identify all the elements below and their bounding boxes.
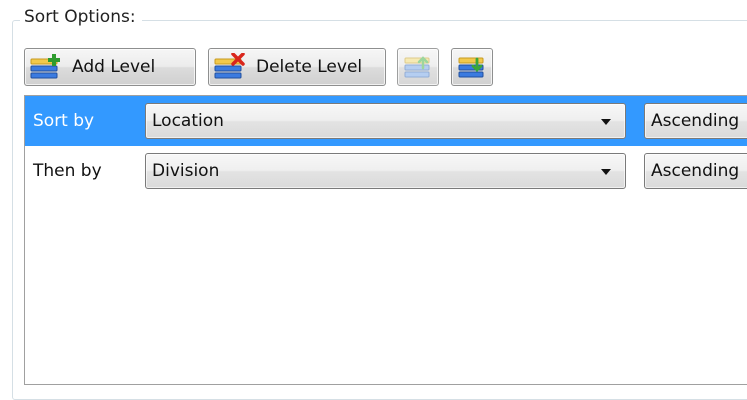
sort-field-value: Location xyxy=(152,111,224,131)
sort-order-dropdown[interactable]: Ascending xyxy=(644,153,747,189)
sort-field-value: Division xyxy=(152,161,220,181)
sort-order-dropdown[interactable]: Ascending xyxy=(644,103,747,139)
chevron-down-icon xyxy=(601,119,611,125)
move-up-icon xyxy=(403,53,433,81)
add-level-icon xyxy=(30,53,66,81)
sort-level-caption: Sort by xyxy=(33,111,95,131)
delete-level-label: Delete Level xyxy=(256,57,363,77)
sort-levels-grid: Sort by Location Ascending Then by Divis… xyxy=(24,95,747,385)
sort-level-caption: Then by xyxy=(33,161,102,181)
sort-level-row[interactable]: Sort by Location Ascending xyxy=(25,96,747,146)
sort-field-dropdown[interactable]: Division xyxy=(145,153,626,189)
sort-field-dropdown[interactable]: Location xyxy=(145,103,626,139)
sort-order-value: Ascending xyxy=(651,111,740,131)
delete-level-icon xyxy=(214,53,250,81)
add-level-label: Add Level xyxy=(72,57,156,77)
move-up-button[interactable] xyxy=(397,48,439,86)
chevron-down-icon xyxy=(601,169,611,175)
sort-level-row[interactable]: Then by Division Ascending xyxy=(25,146,747,196)
move-down-icon xyxy=(457,53,487,81)
delete-level-button[interactable]: Delete Level xyxy=(208,48,386,86)
move-down-button[interactable] xyxy=(451,48,493,86)
sort-order-value: Ascending xyxy=(651,161,740,181)
add-level-button[interactable]: Add Level xyxy=(24,48,196,86)
sort-options-title: Sort Options: xyxy=(20,5,142,29)
